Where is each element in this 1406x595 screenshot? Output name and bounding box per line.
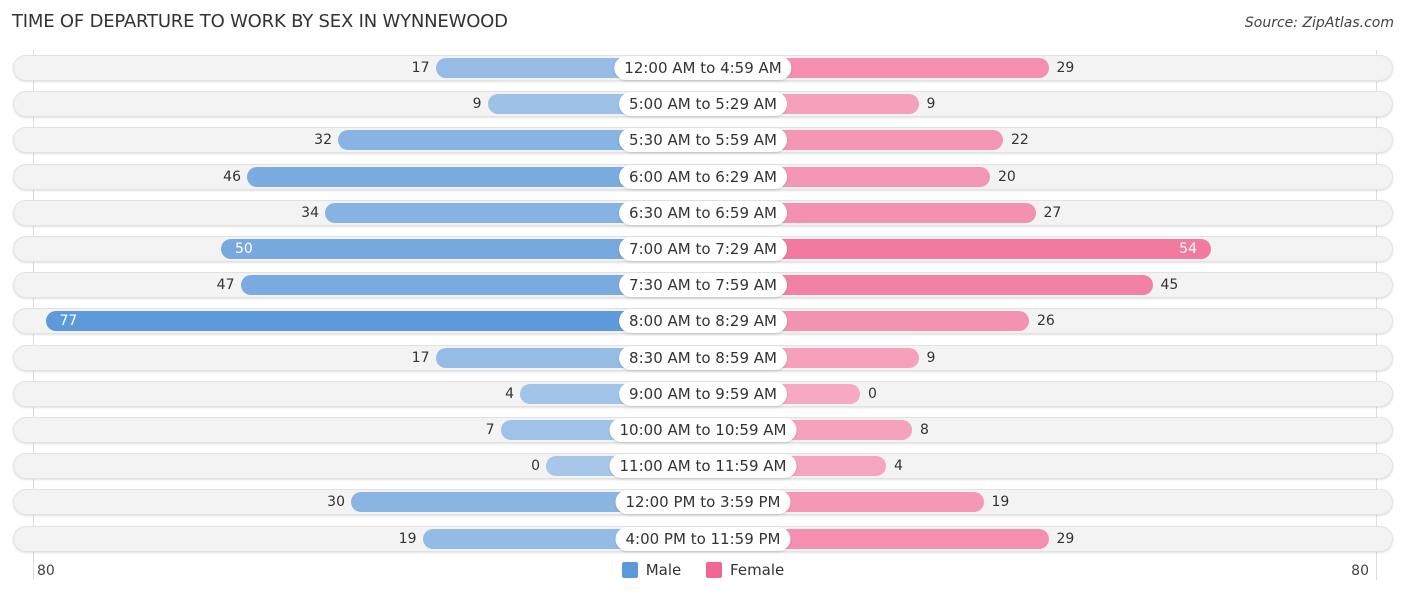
category-label: 8:30 AM to 8:59 AM: [619, 345, 787, 370]
category-label: 10:00 AM to 10:59 AM: [609, 418, 797, 442]
value-label-male: 0: [531, 458, 540, 475]
category-label: 4:00 PM to 11:59 PM: [615, 526, 791, 551]
bar-male[interactable]: [45, 311, 703, 332]
value-label-male: 9: [472, 96, 482, 113]
value-label-male: 46: [223, 168, 241, 185]
chart-area: 17 29 12:00 AM to 4:59 AM 9 9 5:00 AM to 5:29…: [0, 0, 1406, 595]
legend-label-female: Female: [730, 561, 785, 579]
category-label: 5:30 AM to 5:59 AM: [619, 128, 787, 153]
value-label-male: 77: [59, 313, 78, 330]
value-label-male: 19: [398, 530, 417, 547]
value-label-female: 27: [1043, 204, 1062, 221]
value-label-male: 47: [216, 277, 235, 294]
value-label-female: 0: [868, 385, 877, 402]
value-label-male: 7: [485, 422, 495, 438]
value-label-male: 4: [505, 385, 514, 402]
category-label: 9:00 AM to 9:59 AM: [619, 381, 787, 406]
category-label: 6:30 AM to 6:59 AM: [619, 200, 787, 225]
category-label: 7:00 AM to 7:29 AM: [619, 237, 787, 261]
value-label-female: 9: [926, 96, 936, 113]
value-label-male: 30: [327, 494, 345, 511]
value-label-female: 4: [894, 458, 903, 475]
value-label-female: 20: [998, 168, 1016, 185]
category-label: 8:00 AM to 8:29 AM: [619, 309, 787, 334]
value-label-male: 32: [314, 132, 332, 149]
legend-item-female[interactable]: Female: [706, 561, 784, 579]
category-label: 5:00 AM to 5:29 AM: [619, 92, 787, 117]
legend-item-male[interactable]: Male: [621, 561, 682, 579]
value-label-female: 8: [920, 422, 929, 438]
value-label-female: 9: [926, 349, 936, 366]
legend: Male Female: [0, 561, 1406, 582]
value-label-female: 22: [1011, 132, 1029, 149]
category-label: 6:00 AM to 6:29 AM: [619, 164, 787, 189]
value-label-female: 54: [1179, 241, 1197, 257]
value-label-female: 19: [991, 494, 1010, 511]
value-label-male: 17: [411, 60, 430, 76]
value-label-male: 34: [301, 204, 319, 221]
category-label: 7:30 AM to 7:59 AM: [619, 273, 787, 298]
category-label: 11:00 AM to 11:59 AM: [609, 454, 797, 479]
value-label-female: 29: [1056, 60, 1075, 76]
value-label-female: 29: [1056, 530, 1075, 547]
value-label-female: 26: [1037, 313, 1055, 330]
category-label: 12:00 AM to 4:59 AM: [614, 56, 792, 80]
legend-swatch-female: [706, 562, 723, 578]
value-label-male: 50: [235, 241, 253, 257]
legend-label-male: Male: [645, 561, 682, 579]
legend-swatch-male: [621, 562, 638, 578]
category-label: 12:00 PM to 3:59 PM: [615, 490, 791, 515]
value-label-female: 45: [1160, 277, 1179, 294]
value-label-male: 17: [411, 349, 430, 366]
